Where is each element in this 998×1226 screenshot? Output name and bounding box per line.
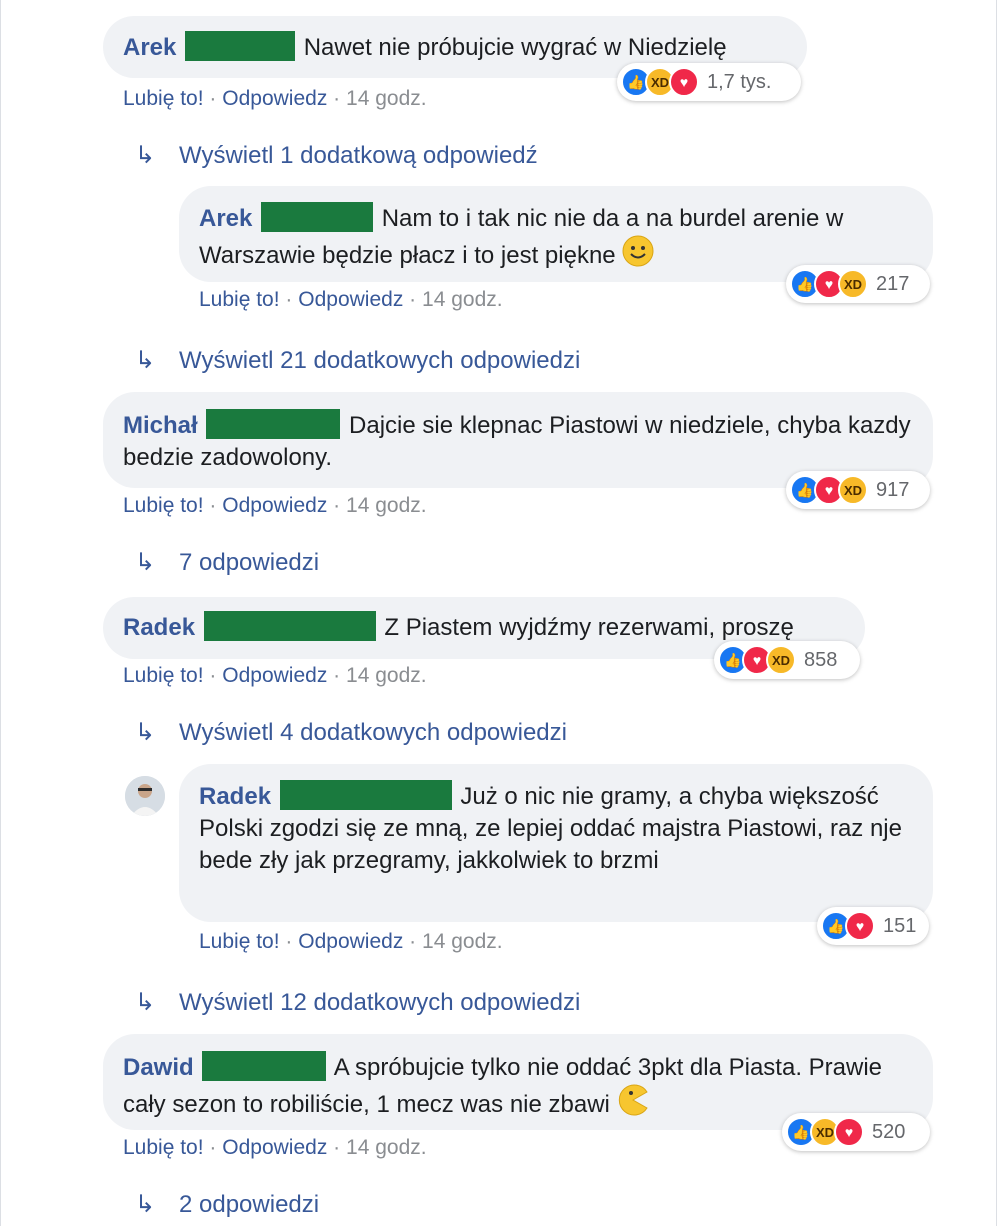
redacted-name [203, 611, 376, 641]
like-button[interactable]: Lubię to! [123, 664, 204, 687]
view-replies-link[interactable]: ↳ Wyświetl 4 dodatkowych odpowiedzi [135, 718, 567, 748]
comment-actions: Lubię to! · Odpowiedz · 14 godz. [123, 494, 427, 517]
reactions-summary[interactable]: 👍 XD ♥ 520 [782, 1113, 930, 1151]
reply-arrow-icon: ↳ [135, 142, 156, 169]
redacted-name [206, 409, 341, 439]
comment-time: 14 godz. [346, 1136, 427, 1159]
comment-text: Nawet nie próbujcie wygrać w Niedzielę [303, 34, 727, 61]
comment-author[interactable]: Arek [123, 34, 176, 61]
reply-button[interactable]: Odpowiedz [222, 664, 327, 687]
comment-author[interactable]: Dawid [123, 1054, 194, 1081]
reactions-summary[interactable]: 👍 XD ♥ 1,7 tys. [617, 63, 801, 101]
comment-actions: Lubię to! · Odpowiedz · 14 godz. [199, 930, 503, 953]
reply-button[interactable]: Odpowiedz [298, 930, 403, 953]
reply-button[interactable]: Odpowiedz [222, 87, 327, 110]
reply-button[interactable]: Odpowiedz [298, 288, 403, 311]
comment-time: 14 godz. [346, 664, 427, 687]
smile-emoji-icon [622, 235, 654, 276]
reactions-summary[interactable]: 👍 ♥ XD 858 [714, 641, 860, 679]
reply-button[interactable]: Odpowiedz [222, 494, 327, 517]
comment-author[interactable]: Michał [123, 412, 198, 439]
reply-arrow-icon: ↳ [135, 719, 156, 746]
reply-arrow-icon: ↳ [135, 989, 156, 1016]
comment-author[interactable]: Arek [199, 205, 252, 232]
reply-arrow-icon: ↳ [135, 347, 156, 374]
reply-button[interactable]: Odpowiedz [222, 1136, 327, 1159]
reaction-count: 520 [872, 1120, 906, 1143]
redacted-name [185, 31, 296, 61]
like-button[interactable]: Lubię to! [199, 930, 280, 953]
love-icon: ♥ [845, 911, 875, 941]
comment-text: Z Piastem wyjdźmy rezerwami, proszę [384, 614, 794, 641]
haha-icon: XD [766, 645, 796, 675]
reaction-count: 917 [876, 478, 910, 501]
reply-arrow-icon: ↳ [135, 1191, 156, 1218]
comment-actions: Lubię to! · Odpowiedz · 14 godz. [123, 1136, 427, 1159]
haha-icon: XD [838, 269, 868, 299]
left-divider [0, 0, 1, 1226]
reactions-summary[interactable]: 👍 ♥ 151 [817, 907, 929, 945]
view-replies-link[interactable]: ↳ Wyświetl 1 dodatkową odpowiedź [135, 141, 538, 171]
view-replies-link[interactable]: ↳ Wyświetl 12 dodatkowych odpowiedzi [135, 988, 580, 1018]
right-divider [996, 0, 997, 1226]
like-button[interactable]: Lubię to! [123, 494, 204, 517]
pacman-emoji-icon [617, 1084, 649, 1125]
avatar[interactable] [125, 776, 165, 816]
comment-actions: Lubię to! · Odpowiedz · 14 godz. [123, 664, 427, 687]
redacted-name [202, 1051, 327, 1081]
like-button[interactable]: Lubię to! [123, 87, 204, 110]
reactions-summary[interactable]: 👍 ♥ XD 917 [786, 471, 930, 509]
comment-actions: Lubię to! · Odpowiedz · 14 godz. [199, 288, 503, 311]
like-button[interactable]: Lubię to! [199, 288, 280, 311]
reaction-count: 1,7 tys. [707, 70, 772, 93]
comment-time: 14 godz. [422, 930, 503, 953]
reaction-count: 151 [883, 914, 917, 937]
comment-author[interactable]: Radek [199, 783, 271, 810]
love-icon: ♥ [669, 67, 699, 97]
comment-time: 14 godz. [346, 494, 427, 517]
like-button[interactable]: Lubię to! [123, 1136, 204, 1159]
redacted-name [279, 780, 452, 810]
reply-arrow-icon: ↳ [135, 549, 156, 576]
redacted-name [261, 202, 374, 232]
view-replies-link[interactable]: ↳ 7 odpowiedzi [135, 548, 319, 578]
love-icon: ♥ [834, 1117, 864, 1147]
comment-actions: Lubię to! · Odpowiedz · 14 godz. [123, 87, 427, 110]
comment-author[interactable]: Radek [123, 614, 195, 641]
view-replies-link[interactable]: ↳ 2 odpowiedzi [135, 1190, 319, 1220]
comment-bubble: Radek Już o nic nie gramy, a chyba więks… [179, 764, 933, 922]
haha-icon: XD [838, 475, 868, 505]
reaction-count: 217 [876, 272, 910, 295]
reactions-summary[interactable]: 👍 ♥ XD 217 [786, 265, 930, 303]
reaction-count: 858 [804, 648, 838, 671]
comment-time: 14 godz. [346, 87, 427, 110]
view-replies-link[interactable]: ↳ Wyświetl 21 dodatkowych odpowiedzi [135, 346, 580, 376]
comment-time: 14 godz. [422, 288, 503, 311]
